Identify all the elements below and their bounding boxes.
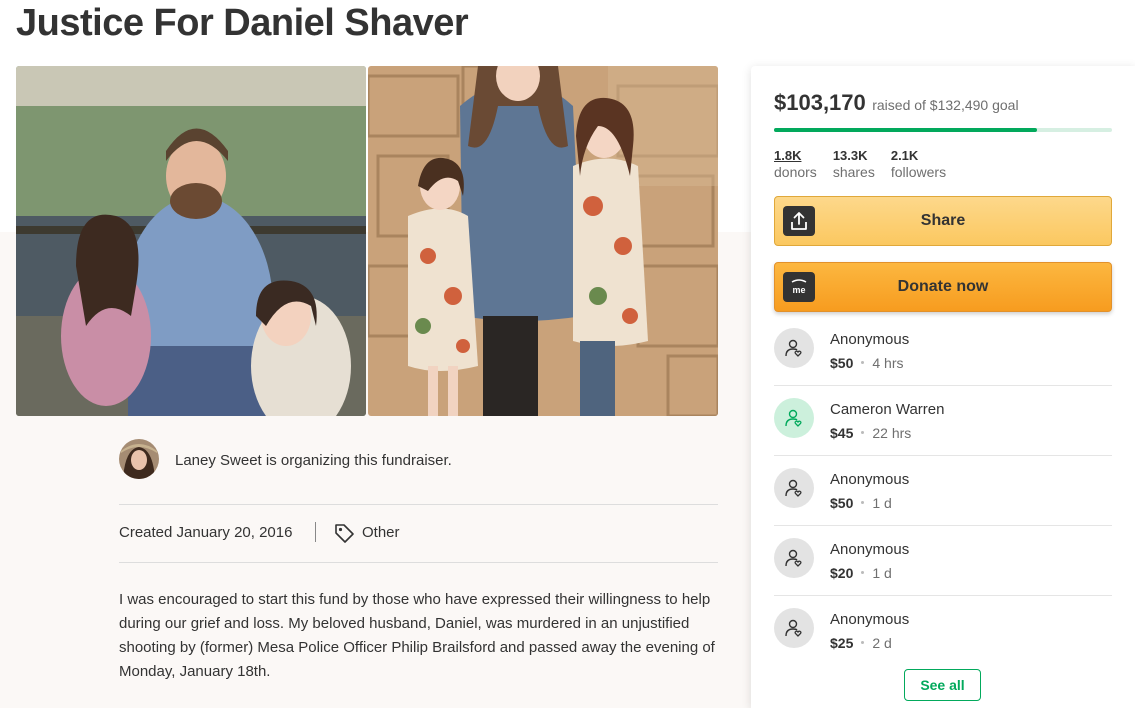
- recent-donations: Anonymous $50 4 hrs Cameron Warren $45 22 …: [774, 316, 1112, 666]
- donor-heart-icon: [774, 538, 814, 578]
- progress-bar: [774, 128, 1112, 132]
- organizer-avatar[interactable]: [119, 439, 159, 479]
- stat-followers: 2.1K followers: [891, 148, 946, 181]
- separator-dot: [861, 361, 865, 365]
- donation-time: 2 d: [872, 635, 892, 651]
- family-photo-wall[interactable]: [368, 66, 718, 416]
- share-button-label: Share: [920, 212, 966, 229]
- donation-time: 22 hrs: [872, 425, 912, 441]
- donation-details: $50 1 d: [830, 495, 892, 511]
- organizer-text: Laney Sweet is organizing this fundraise…: [175, 452, 452, 469]
- donor-name: Anonymous: [830, 611, 910, 628]
- donors-label: donors: [774, 164, 817, 180]
- category-link[interactable]: Other: [362, 524, 400, 541]
- donation-amount: $50: [830, 495, 854, 511]
- donation-details: $50 4 hrs: [830, 355, 903, 371]
- donation-item: Anonymous $20 1 d: [774, 526, 1112, 596]
- goal-text: raised of $132,490 goal: [872, 97, 1019, 113]
- separator-dot: [861, 501, 865, 505]
- donor-heart-icon: [774, 468, 814, 508]
- donation-details: $45 22 hrs: [830, 425, 911, 441]
- donation-item: Anonymous $25 2 d: [774, 596, 1112, 666]
- see-all-button[interactable]: See all: [904, 669, 981, 701]
- stat-donors[interactable]: 1.8K donors: [774, 148, 817, 181]
- stat-shares: 13.3K shares: [833, 148, 875, 181]
- donation-sidebar: $103,170 raised of $132,490 goal 1.8K do…: [751, 66, 1135, 708]
- followers-count: 2.1K: [890, 148, 919, 163]
- donation-amount: $25: [830, 635, 854, 651]
- donor-name: Anonymous: [830, 471, 910, 488]
- family-photo-park[interactable]: [16, 66, 366, 416]
- meta-divider: [315, 522, 316, 542]
- donation-details: $20 1 d: [830, 565, 892, 581]
- donation-item: Cameron Warren $45 22 hrs: [774, 386, 1112, 456]
- donor-heart-icon: [774, 398, 814, 438]
- separator-dot: [861, 431, 865, 435]
- donation-amount: $20: [830, 565, 854, 581]
- tag-icon: [333, 522, 355, 544]
- separator-dot: [861, 571, 865, 575]
- raised-summary: $103,170 raised of $132,490 goal: [774, 90, 1019, 116]
- donor-heart-icon: [774, 328, 814, 368]
- separator-dot: [861, 641, 865, 645]
- organizer-section: Laney Sweet is organizing this fundraise…: [119, 439, 718, 505]
- shares-label: shares: [832, 164, 875, 180]
- shares-count: 13.3K: [832, 148, 868, 163]
- donation-item: Anonymous $50 4 hrs: [774, 316, 1112, 386]
- donation-amount: $50: [830, 355, 854, 371]
- stats-row: 1.8K donors 13.3K shares 2.1K followers: [774, 148, 962, 181]
- donor-name: Anonymous: [830, 331, 910, 348]
- donor-name: Cameron Warren: [830, 401, 945, 418]
- donate-button-label: Donate now: [897, 278, 989, 295]
- donation-time: 4 hrs: [872, 355, 904, 371]
- donor-heart-icon: [774, 608, 814, 648]
- donation-time: 1 d: [872, 565, 892, 581]
- donation-item: Anonymous $50 1 d: [774, 456, 1112, 526]
- donor-name: Anonymous: [830, 541, 910, 558]
- photo-gallery[interactable]: [16, 66, 718, 416]
- progress-fill: [774, 128, 1038, 132]
- donation-details: $25 2 d: [830, 635, 892, 651]
- donate-button[interactable]: me Donate now: [774, 262, 1112, 312]
- donation-amount: $45: [830, 425, 854, 441]
- share-button[interactable]: Share: [774, 196, 1112, 246]
- followers-label: followers: [890, 164, 947, 180]
- created-date: Created January 20, 2016: [119, 524, 293, 541]
- page-title: Justice For Daniel Shaver: [16, 2, 469, 44]
- story-text: I was encouraged to start this fund by t…: [119, 591, 715, 680]
- fundraiser-meta: Created January 20, 2016 Other: [119, 505, 718, 563]
- donors-count[interactable]: 1.8K: [774, 148, 817, 164]
- donation-time: 1 d: [872, 495, 892, 511]
- raised-amount: $103,170: [774, 90, 866, 115]
